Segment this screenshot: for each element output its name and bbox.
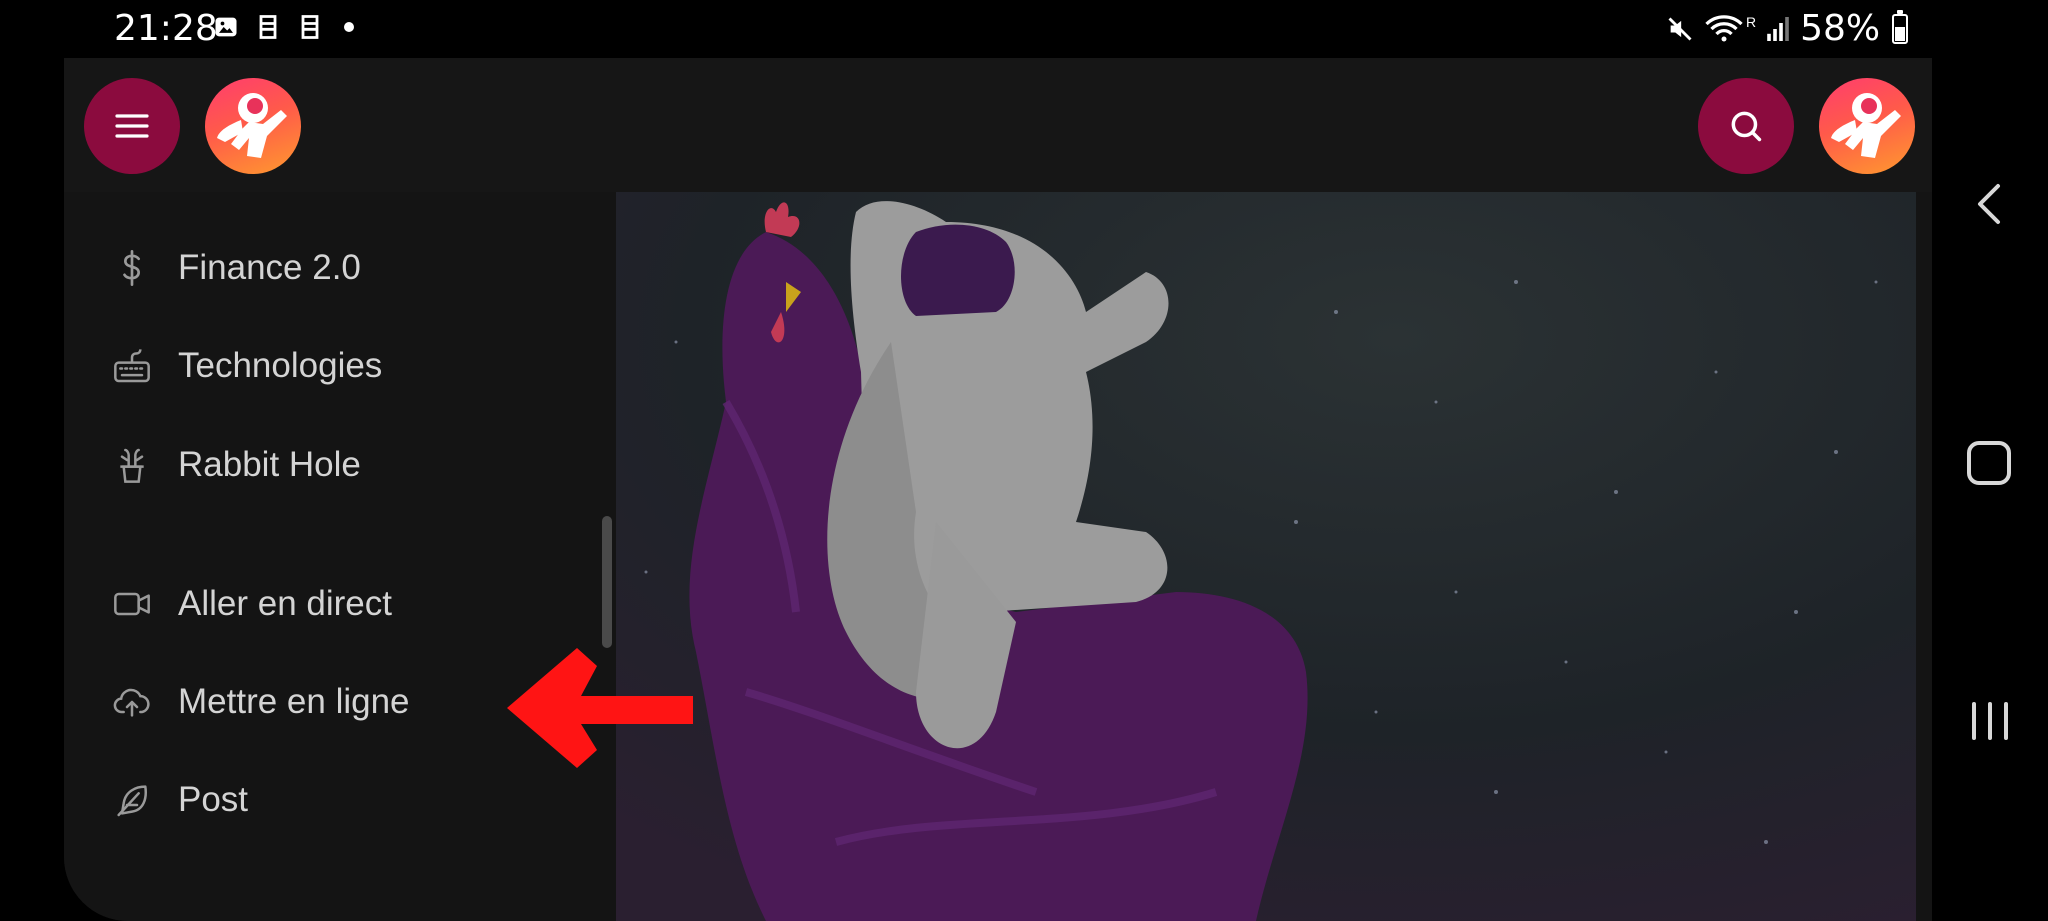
sidebar-item-post[interactable]: Post [112,770,248,830]
sidebar-nav: Finance 2.0 Technologies Rabbit Hole All… [64,192,616,921]
home-icon[interactable] [1966,440,2012,486]
notes-icon [301,15,319,39]
site-logo[interactable] [205,78,301,174]
cloud-upload-icon [113,688,150,717]
sidebar-item-rabbit-hole[interactable]: Rabbit Hole [112,435,361,495]
mute-icon [1668,17,1692,40]
notification-dot [344,22,354,32]
video-camera-icon [114,592,150,616]
notification-icons [212,12,354,42]
sidebar-item-finance[interactable]: Finance 2.0 [112,238,361,298]
gallery-icon [215,17,237,37]
notes-icon [259,15,277,39]
app-window: Finance 2.0 Technologies Rabbit Hole All… [64,58,1932,921]
feather-icon [117,785,147,817]
wifi-icon [1705,14,1743,41]
top-app-bar [64,58,1932,192]
battery-percentage: 58% [1800,8,1881,49]
roaming-indicator: R [1746,13,1757,30]
sidebar-item-go-live[interactable]: Aller en direct [112,574,392,634]
red-arrow-annotation [507,648,693,768]
magic-hat-icon [120,448,144,483]
sidebar-item-label: Technologies [178,346,383,385]
sidebar-scrollbar[interactable] [602,516,612,648]
astronaut-icon [1831,93,1901,158]
battery-icon [1892,9,1909,44]
sidebar-item-label: Post [178,780,249,819]
sidebar-item-label: Finance 2.0 [178,248,361,287]
sidebar-item-technologies[interactable]: Technologies [112,336,382,396]
menu-button[interactable] [84,78,180,174]
keyboard-icon [114,349,150,383]
status-time: 21:28 [114,8,218,49]
back-icon[interactable] [1974,182,2004,226]
banner-image [616,192,1916,921]
sidebar-item-label: Rabbit Hole [178,445,361,484]
search-button[interactable] [1698,78,1794,174]
sidebar-item-upload[interactable]: Mettre en ligne [112,672,410,732]
sidebar-item-label: Mettre en ligne [178,682,410,721]
astronaut-icon [217,93,287,158]
astronaut-riding-chicken-illustration [616,192,1916,921]
signal-icon [1767,16,1789,41]
android-navigation-bar [1932,0,2048,921]
search-icon [1731,111,1762,142]
hamburger-menu-icon [115,114,149,138]
dollar-icon [123,250,141,286]
recents-icon[interactable] [1968,700,2012,742]
system-icons: R 58% [1666,8,1909,49]
profile-avatar-button[interactable] [1819,78,1915,174]
status-bar: 21:28 R 58% [0,0,1940,58]
sidebar-item-label: Aller en direct [178,584,392,623]
